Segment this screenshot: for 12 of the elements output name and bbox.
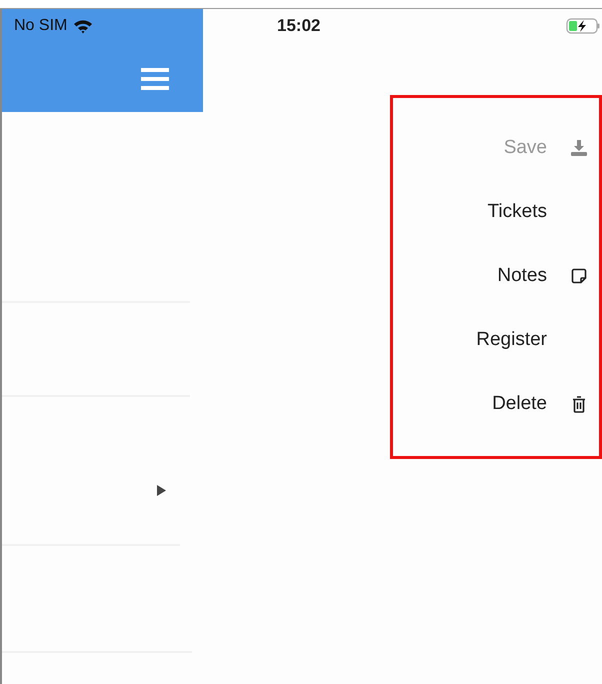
play-arrow-icon[interactable] <box>157 485 166 496</box>
carrier-label: No SIM <box>14 17 68 35</box>
menu-item[interactable]: Register <box>476 329 547 351</box>
wifi-icon <box>73 18 94 34</box>
download-icon <box>571 140 587 156</box>
trash-icon <box>572 396 586 412</box>
menu-item[interactable]: Delete <box>492 393 547 415</box>
menu-item[interactable]: Tickets <box>488 201 547 223</box>
note-icon <box>571 268 587 284</box>
status-time: 15:02 <box>277 16 320 36</box>
menu-icon[interactable] <box>141 68 169 90</box>
menu-item[interactable]: Notes <box>497 265 547 287</box>
